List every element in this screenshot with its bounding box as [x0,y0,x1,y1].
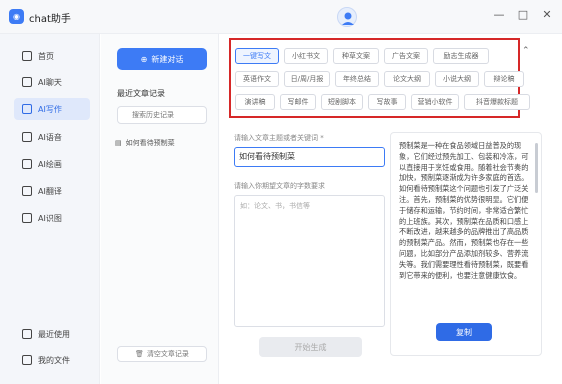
close-button[interactable]: ✕ [540,8,554,22]
plus-icon: ⊕ [140,54,148,64]
tag-1-1[interactable]: 日/周/月报 [284,71,330,87]
new-chat-label: 新建对话 [151,54,184,64]
chat-icon [22,77,32,87]
history-title: 最近文章记录 [117,89,165,98]
tag-2-1[interactable]: 写邮件 [280,94,316,110]
tag-0-2[interactable]: 种草文案 [333,48,379,64]
sidebar-item-recent[interactable]: 最近使用 [14,323,90,345]
user-icon [342,12,354,25]
recent-icon [22,329,32,339]
tag-2-2[interactable]: 短剧脚本 [321,94,363,110]
tag-1-0[interactable]: 英语作文 [235,71,279,87]
result-scrollbar[interactable] [535,143,538,193]
home-icon [22,51,32,61]
generate-button[interactable]: 开始生成 [259,337,362,357]
result-text: 预制菜是一种在食品领域日益普及的现象，它们经过预先加工、包装和冷冻，可以直接用于… [399,141,529,280]
sidebar-item-ai-paint[interactable]: AI绘画 [14,153,90,175]
file-icon [22,355,32,365]
tag-2-5[interactable]: 抖音爆款标题 [464,94,530,110]
sidebar-item-label: AI写作 [38,104,62,114]
tag-0-1[interactable]: 小红书文 [284,48,328,64]
tag-2-3[interactable]: 写故事 [368,94,406,110]
sidebar-item-label: AI语音 [38,132,62,142]
sidebar-item-ai-write[interactable]: AI写作 [14,98,90,120]
new-chat-button[interactable]: ⊕ 新建对话 [117,48,207,70]
trash-icon: 🗑 [135,350,144,358]
tag-1-3[interactable]: 论文大纲 [384,71,430,87]
title-bar: ◉ chat助手 — □ ✕ [0,0,562,34]
copy-button[interactable]: 复制 [436,323,492,341]
image-icon [22,213,32,223]
app-logo-icon: ◉ [9,9,24,24]
write-icon [22,104,32,114]
sidebar-item-label: AI识图 [38,213,62,223]
sidebar-item-label: AI绘画 [38,159,62,169]
clear-history-button[interactable]: 🗑 清空文章记录 [117,346,207,362]
translate-icon [22,186,32,196]
tag-0-3[interactable]: 广告文案 [384,48,428,64]
tag-0-0[interactable]: 一键写文 [235,48,279,64]
sidebar-item-label: AI聊天 [38,77,62,87]
sidebar-item-label: 首页 [38,51,54,61]
clear-history-label: 清空文章记录 [146,350,189,358]
sidebar-item-label: 我的文件 [38,355,70,365]
sidebar-item-home[interactable]: 首页 [14,45,90,67]
requirement-textarea[interactable]: 如：论文、书，书信等 [234,195,385,327]
maximize-button[interactable]: □ [516,8,530,22]
tag-2-4[interactable]: 营销小软件 [411,94,459,110]
window-controls: — □ ✕ [492,8,554,22]
app-title: chat助手 [29,14,71,25]
document-icon: ▤ [115,139,122,147]
sidebar-item-ai-translate[interactable]: AI翻译 [14,180,90,202]
topic-input[interactable]: 如何看待预制菜 [234,147,385,167]
sidebar-item-label: 最近使用 [38,329,70,339]
list-item[interactable]: ▤ 如何看待预制菜 [115,134,209,152]
minimize-button[interactable]: — [492,8,506,22]
topic-label: 请输入文章主题或者关键词 * [234,134,324,142]
chevron-up-icon[interactable]: ⌃ [522,46,530,56]
tag-2-0[interactable]: 演讲稿 [235,94,275,110]
paint-icon [22,159,32,169]
tag-1-5[interactable]: 辩论稿 [484,71,524,87]
tag-1-4[interactable]: 小说大纲 [435,71,479,87]
tag-1-2[interactable]: 年终总结 [335,71,379,87]
history-search-input[interactable] [117,106,207,124]
requirement-label: 请输入你期望文章的字数要求 [234,182,325,190]
list-item-label: 如何看待预制菜 [125,139,175,147]
avatar[interactable] [337,7,357,27]
sidebar: 首页 AI聊天 AI写作 AI语音 AI绘画 AI翻译 AI识图 最近使用 我的… [0,34,100,384]
sidebar-item-label: AI翻译 [38,186,62,196]
sidebar-item-ai-voice[interactable]: AI语音 [14,126,90,148]
history-panel: ⊕ 新建对话 最近文章记录 ▤ 如何看待预制菜 🗑 清空文章记录 [101,34,219,384]
sidebar-item-ai-image[interactable]: AI识图 [14,207,90,229]
sidebar-item-ai-chat[interactable]: AI聊天 [14,71,90,93]
tag-0-4[interactable]: 励志生成器 [433,48,489,64]
sidebar-item-files[interactable]: 我的文件 [14,349,90,371]
voice-icon [22,132,32,142]
